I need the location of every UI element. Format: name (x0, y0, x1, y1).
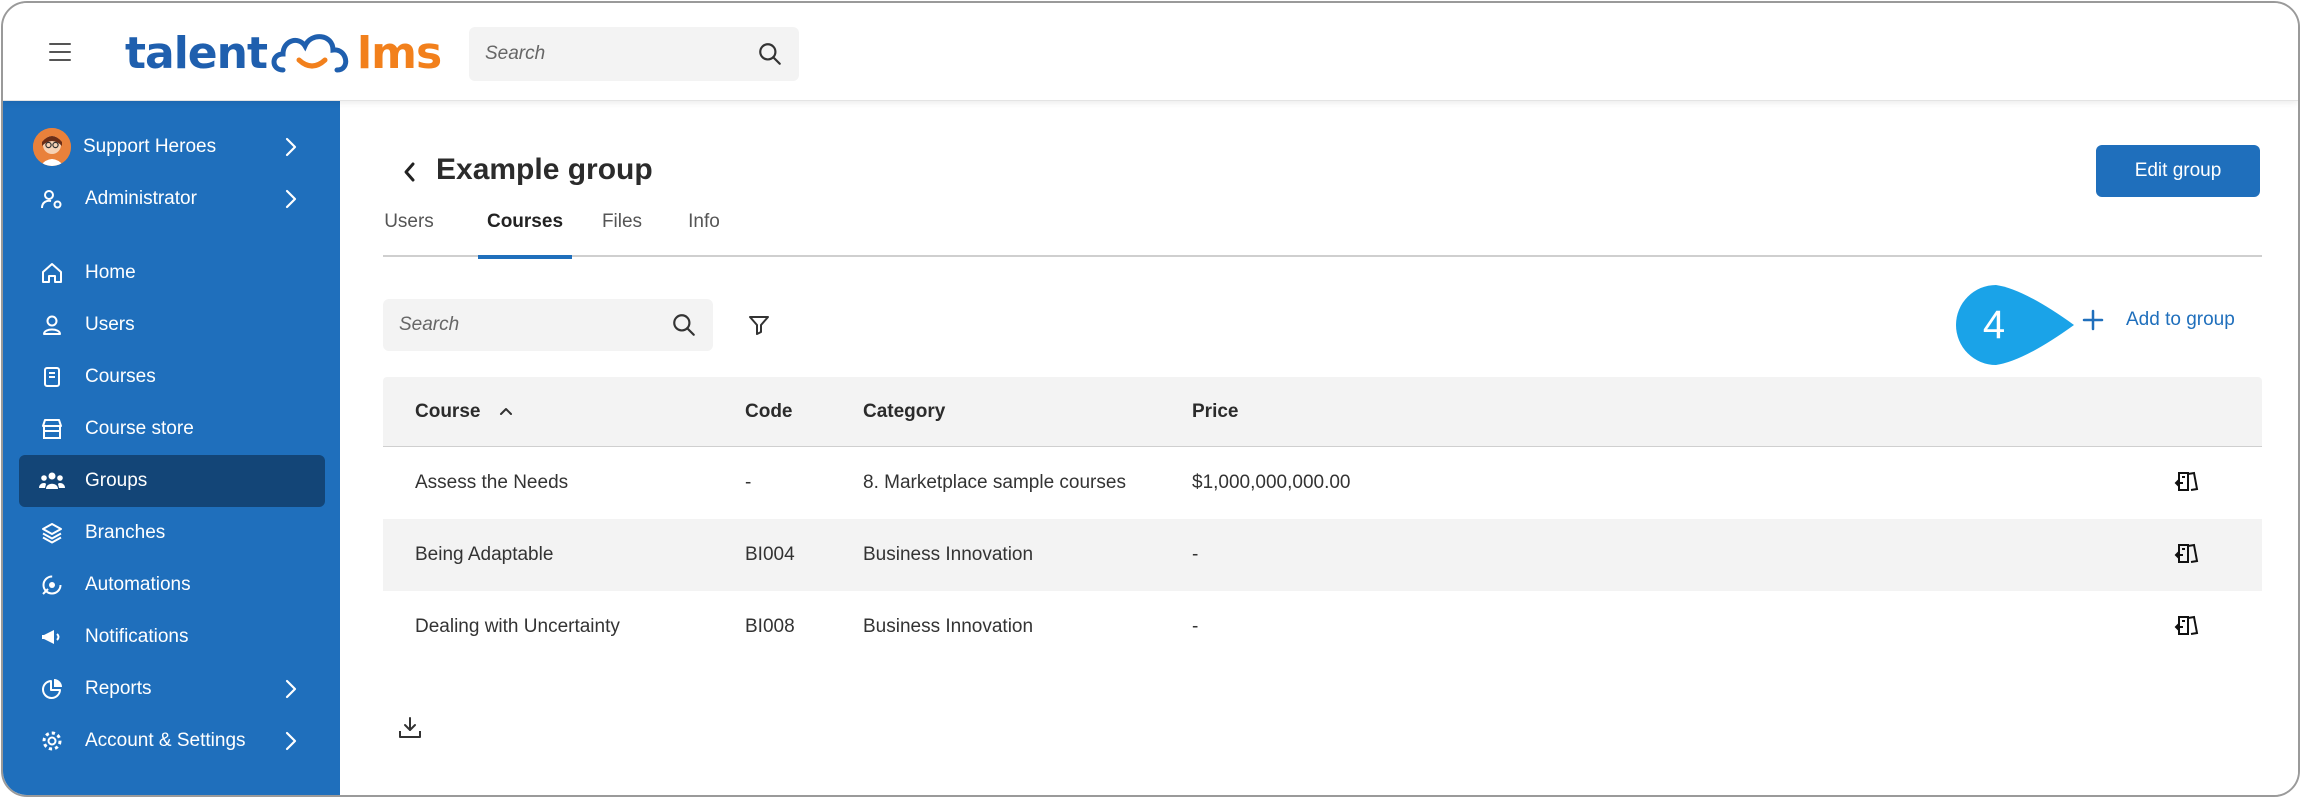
tab-bar: Users Courses Files Info (383, 209, 2262, 259)
sidebar-item-notifications[interactable]: Notifications (19, 611, 325, 663)
edit-group-button[interactable]: Edit group (2096, 145, 2260, 197)
step-callout: 4 (1954, 283, 2076, 372)
column-header-category[interactable]: Category (863, 401, 945, 423)
book-icon (39, 364, 65, 390)
main-content: Example group Edit group Users Courses F… (340, 101, 2298, 795)
column-header-code[interactable]: Code (745, 401, 793, 423)
course-code: BI008 (745, 616, 795, 637)
sidebar-item-home[interactable]: Home (19, 247, 325, 299)
course-name: Being Adaptable (415, 544, 554, 565)
sidebar-item-label: Reports (85, 678, 152, 699)
course-price: - (1192, 544, 1199, 565)
groups-icon (39, 468, 65, 494)
course-code: BI004 (745, 544, 795, 565)
gear-icon (39, 728, 65, 754)
chevron-right-icon (285, 731, 297, 751)
add-to-group-button[interactable]: Add to group (2082, 309, 2235, 331)
global-search-input[interactable] (485, 43, 757, 65)
back-arrow-icon[interactable] (400, 159, 420, 185)
store-icon (39, 416, 65, 442)
search-icon[interactable] (757, 41, 783, 67)
column-header-course[interactable]: Course (415, 401, 514, 423)
sidebar-item-users[interactable]: Users (19, 299, 325, 351)
app-window: talent lms Search Support Heroes Adminis… (1, 1, 2300, 797)
sidebar-role-switcher[interactable]: Administrator (19, 173, 325, 225)
sidebar-item-label: Notifications (85, 626, 189, 647)
chevron-right-icon (285, 679, 297, 699)
layers-icon (39, 520, 65, 546)
sidebar-item-courses[interactable]: Courses (19, 351, 325, 403)
logo-text-talent: talent (125, 27, 268, 79)
step-number: 4 (1983, 303, 2005, 347)
course-category: 8. Marketplace sample courses (863, 472, 1126, 493)
table-row[interactable]: Assess the Needs - 8. Marketplace sample… (383, 447, 2262, 519)
sidebar-account-switcher[interactable]: Support Heroes (19, 121, 325, 173)
avatar (33, 128, 71, 166)
course-category: Business Innovation (863, 616, 1034, 637)
course-category: Business Innovation (863, 544, 1034, 565)
account-name: Support Heroes (83, 136, 217, 157)
sidebar-item-label: Automations (85, 574, 191, 595)
role-label: Administrator (85, 188, 197, 209)
page-title: Example group (436, 153, 653, 186)
sidebar-item-groups[interactable]: Groups (19, 455, 325, 507)
table-row[interactable]: Being Adaptable BI004 Business Innovatio… (383, 519, 2262, 591)
course-code: - (745, 472, 752, 493)
remove-from-group-icon[interactable] (2174, 469, 2200, 495)
table-row[interactable]: Dealing with Uncertainty BI008 Business … (383, 591, 2262, 663)
sidebar-item-reports[interactable]: Reports (19, 663, 325, 715)
column-header-price[interactable]: Price (1192, 401, 1238, 423)
course-price: $1,000,000,000.00 (1192, 472, 1351, 493)
sidebar-item-label: Home (85, 262, 136, 283)
filter-icon[interactable] (747, 313, 771, 337)
download-icon[interactable] (397, 715, 423, 741)
sidebar-item-course-store[interactable]: Course store (19, 403, 325, 455)
course-price: - (1192, 616, 1199, 637)
sidebar-item-label: Groups (85, 470, 148, 491)
course-name: Assess the Needs (415, 472, 569, 493)
user-gear-icon (39, 186, 65, 212)
top-bar: talent lms (3, 3, 2298, 101)
automation-icon (39, 572, 65, 598)
tab-files[interactable]: Files (598, 209, 646, 257)
tab-users[interactable]: Users (383, 209, 435, 257)
sort-ascending-icon (499, 408, 512, 415)
hamburger-menu-icon[interactable] (49, 43, 71, 61)
sidebar: Support Heroes Administrator Home Users … (3, 101, 340, 795)
chevron-right-icon (285, 137, 297, 157)
sidebar-item-label: Users (85, 314, 135, 335)
sidebar-item-label: Courses (85, 366, 156, 387)
sidebar-item-branches[interactable]: Branches (19, 507, 325, 559)
sidebar-item-label: Account & Settings (85, 730, 246, 751)
cloud-smile-icon (271, 34, 349, 73)
tab-courses[interactable]: Courses (478, 209, 572, 259)
remove-from-group-icon[interactable] (2174, 541, 2200, 567)
table-header: Course Code Category Price (383, 377, 2262, 447)
pie-chart-icon (39, 676, 65, 702)
sidebar-item-automations[interactable]: Automations (19, 559, 325, 611)
talentlms-logo[interactable]: talent lms (125, 25, 442, 81)
megaphone-icon (39, 624, 65, 650)
logo-text-lms: lms (357, 27, 442, 79)
chevron-right-icon (285, 189, 297, 209)
plus-icon (2082, 309, 2104, 331)
home-icon (39, 260, 65, 286)
global-search (469, 27, 799, 81)
add-to-group-label: Add to group (2126, 309, 2235, 330)
course-name: Dealing with Uncertainty (415, 616, 620, 637)
courses-search-input[interactable] (399, 314, 671, 336)
remove-from-group-icon[interactable] (2174, 613, 2200, 639)
sidebar-item-account-settings[interactable]: Account & Settings (19, 715, 325, 767)
sidebar-item-label: Branches (85, 522, 166, 543)
user-icon (39, 312, 65, 338)
courses-search (383, 299, 713, 351)
courses-table: Course Code Category Price Assess the Ne… (383, 377, 2262, 663)
tab-info[interactable]: Info (683, 209, 725, 257)
search-icon[interactable] (671, 312, 697, 338)
sidebar-item-label: Course store (85, 418, 194, 439)
